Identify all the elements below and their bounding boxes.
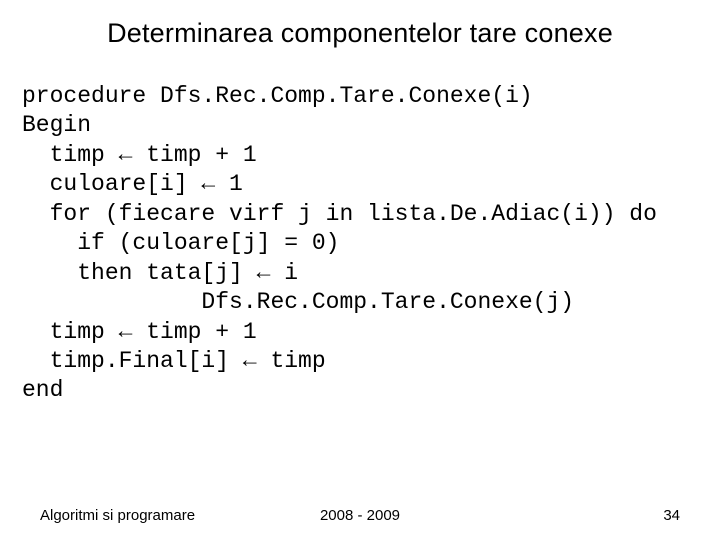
code-line: procedure Dfs.Rec.Comp.Tare.Conexe(i) [22,83,533,109]
slide: Determinarea componentelor tare conexe p… [0,0,720,540]
pseudocode-block: procedure Dfs.Rec.Comp.Tare.Conexe(i) Be… [22,82,698,406]
code-line: timp.Final[i] ← timp [22,348,326,374]
code-line: then tata[j] ← i [22,260,298,286]
code-line: culoare[i] ← 1 [22,171,243,197]
code-line: timp ← timp + 1 [22,142,257,168]
code-line: timp ← timp + 1 [22,319,257,345]
code-line: Dfs.Rec.Comp.Tare.Conexe(j) [22,289,574,315]
code-line: for (fiecare virf j in lista.De.Adiac(i)… [22,201,657,227]
footer-center: 2008 - 2009 [40,507,680,524]
code-line: end [22,377,63,403]
code-line: if (culoare[j] = 0) [22,230,339,256]
slide-title: Determinarea componentelor tare conexe [0,18,720,49]
footer: Algoritmi si programare 2008 - 2009 34 [40,507,680,524]
code-line: Begin [22,112,91,138]
